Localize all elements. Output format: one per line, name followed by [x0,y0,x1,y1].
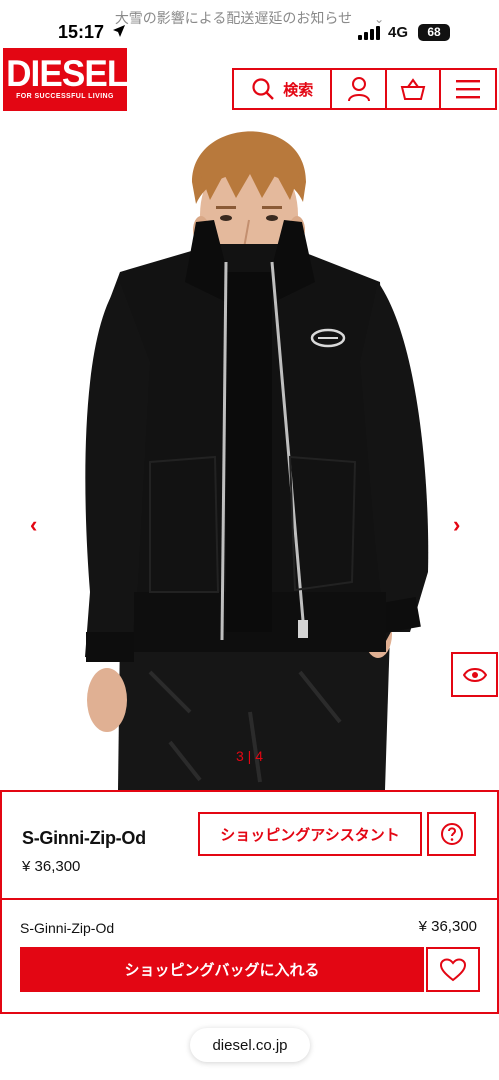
shopping-assistant-button[interactable]: ショッピングアシスタント [198,812,422,856]
chevron-left-icon[interactable]: ‹ [30,512,37,538]
chevron-down-icon: ⌄ [374,12,385,26]
delivery-notice-text: 大雪の影響による配送遅延のお知らせ [114,11,353,27]
basket-button[interactable] [387,70,441,108]
account-button[interactable] [332,70,387,108]
basket-icon [400,78,426,100]
heart-icon [440,957,466,981]
help-button[interactable] [427,812,476,856]
search-button[interactable]: 検索 [234,70,333,108]
status-bar: 大雪の影響による配送遅延のお知らせ ⌄ 15:17 4G 68 [0,0,499,44]
sticky-product-name: S-Ginni-Zip-Od [20,920,115,936]
wishlist-button[interactable] [426,947,480,992]
product-price: ¥ 36,300 [22,858,81,875]
sticky-purchase-bar: S-Ginni-Zip-Od ¥ 36,300 ショッピングバッグに入れる [0,898,499,1014]
product-name: S-Ginni-Zip-Od [22,828,146,848]
product-image-gallery[interactable]: ‹ › [0,112,499,790]
signal-icon [358,26,380,40]
diesel-logo[interactable]: DIESEL FOR SUCCESSFUL LIVING [3,48,128,111]
location-arrow-icon [113,25,125,37]
product-info: S-Ginni-Zip-Od ¥ 36,300 ショッピングアシスタント [0,790,499,900]
browser-url-bar[interactable]: diesel.co.jp [190,1028,310,1062]
search-label: 検索 [283,80,314,99]
header-nav: 検索 [232,68,497,110]
menu-button[interactable] [441,70,495,108]
chevron-right-icon[interactable]: › [453,512,460,538]
question-icon [440,823,463,845]
view-button[interactable] [451,652,498,697]
search-icon [252,78,275,100]
add-to-bag-button[interactable]: ショッピングバッグに入れる [20,947,424,992]
network-type: 4G [388,24,409,41]
logo-wordmark: DIESEL [6,53,128,94]
account-icon [347,77,370,102]
product-photo [85,131,429,790]
clock: 15:17 [58,22,105,42]
eye-icon [462,667,487,682]
gallery-counter: 3 | 4 [236,748,263,764]
menu-icon [455,80,480,99]
sticky-product-price: ¥ 36,300 [418,918,477,935]
battery-indicator: 68 [418,24,450,41]
